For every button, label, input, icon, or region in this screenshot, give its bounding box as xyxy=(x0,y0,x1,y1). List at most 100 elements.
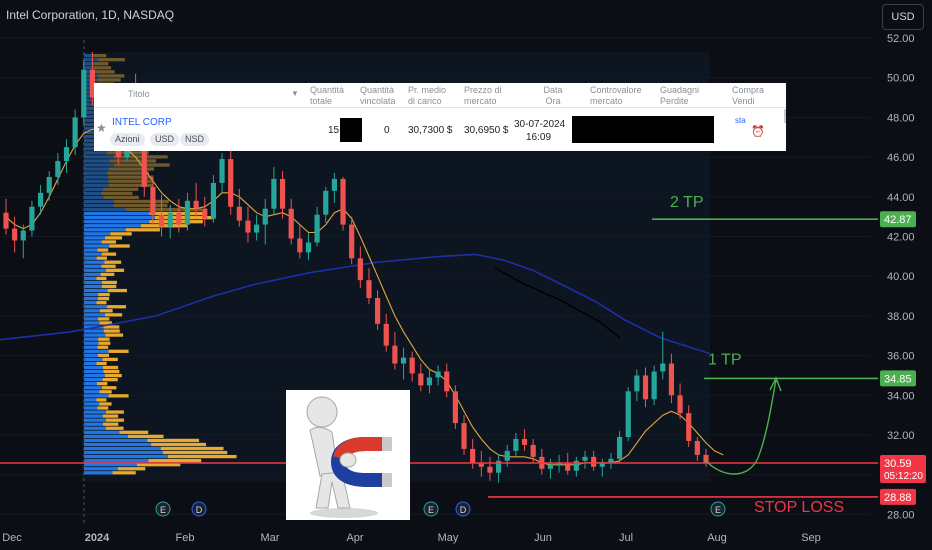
profile-bar-sell xyxy=(110,232,132,236)
candle-body xyxy=(530,444,536,457)
level-label: 2 TP xyxy=(670,194,704,211)
profile-bar-buy xyxy=(84,203,114,208)
candle-body xyxy=(513,438,519,451)
profile-bar-sell xyxy=(98,337,110,341)
alert-icons[interactable]: ⏰ xyxy=(751,125,765,138)
x-tick-label: Apr xyxy=(346,532,363,544)
profile-bar-sell xyxy=(96,78,121,82)
profile-bar-sell xyxy=(101,386,117,390)
profile-bar-buy xyxy=(84,467,118,471)
col-header-qty-bound: Quantità vincolata xyxy=(360,85,396,106)
profile-bar-buy xyxy=(84,341,99,345)
profile-bar-sell xyxy=(119,430,149,434)
profile-bar-buy xyxy=(84,317,98,321)
y-tick-label: 42.00 xyxy=(887,232,915,244)
profile-bar-sell xyxy=(117,467,146,471)
profile-bar-sell xyxy=(162,450,228,455)
candle-body xyxy=(452,391,458,424)
x-tick-label: Feb xyxy=(176,532,195,544)
profile-bar-sell xyxy=(149,211,203,216)
profile-bar-sell xyxy=(108,167,155,171)
profile-bar-buy xyxy=(84,369,104,374)
y-tick-label: 48.00 xyxy=(887,112,915,124)
profile-bar-buy xyxy=(84,438,148,443)
profile-bar-buy xyxy=(84,414,103,418)
col-header-avg-price: Pr. medio di carico xyxy=(408,85,447,106)
profile-bar-buy xyxy=(84,264,102,268)
profile-bar-buy xyxy=(84,394,109,398)
profile-bar-buy xyxy=(84,446,161,451)
profile-bar-sell xyxy=(113,203,168,208)
y-tick-label: 46.00 xyxy=(887,152,915,164)
candle-body xyxy=(357,258,363,281)
profile-bar-sell xyxy=(109,159,157,163)
candle-body xyxy=(254,224,260,233)
profile-bar-buy xyxy=(84,284,102,289)
candle-body xyxy=(591,456,597,467)
panel-scrollbar[interactable] xyxy=(784,109,786,123)
profile-bar-buy xyxy=(84,313,105,317)
profile-bar-sell xyxy=(102,187,139,191)
profile-bar-sell xyxy=(160,446,224,451)
market-price-value: 30,6950 $ xyxy=(464,125,509,136)
profile-bar-buy xyxy=(84,349,109,353)
profile-bar-sell xyxy=(108,349,129,353)
profile-bar-buy xyxy=(84,183,109,187)
profile-bar-sell xyxy=(149,220,203,224)
candle-body xyxy=(279,178,286,209)
profile-bar-buy xyxy=(84,163,114,167)
profile-bar-buy xyxy=(84,195,104,200)
profile-bar-buy xyxy=(84,155,114,159)
level-label: 1 TP xyxy=(708,351,742,368)
candle-body xyxy=(444,371,450,392)
candle-body xyxy=(55,161,61,177)
profile-bar-sell xyxy=(151,442,207,447)
candle-body xyxy=(366,280,372,299)
candle-body xyxy=(167,212,173,227)
profile-bar-buy xyxy=(84,248,98,252)
profile-bar-sell xyxy=(104,313,123,317)
event-marker-label: E xyxy=(160,505,166,515)
profile-bar-sell xyxy=(101,284,117,289)
sort-icon[interactable]: ▼ xyxy=(291,89,299,98)
profile-bar-buy xyxy=(84,224,141,228)
candle-body xyxy=(288,208,294,239)
profile-bar-sell xyxy=(148,459,202,463)
profile-bar-buy xyxy=(84,410,106,414)
profile-bar-buy xyxy=(84,228,126,232)
profile-bar-sell xyxy=(112,471,136,475)
profile-bar-sell xyxy=(104,260,122,264)
security-name[interactable]: INTEL CORP xyxy=(112,117,172,128)
profile-bar-sell xyxy=(127,434,164,438)
profile-bar-buy xyxy=(84,426,106,430)
profile-bar-buy xyxy=(84,382,97,386)
profile-bar-sell xyxy=(113,155,168,159)
buy-sell-link[interactable]: sta xyxy=(735,116,746,125)
candle-body xyxy=(20,230,26,241)
profile-bar-buy xyxy=(84,232,111,236)
candle-body xyxy=(625,391,631,437)
profile-bar-sell xyxy=(91,54,107,58)
profile-bar-sell xyxy=(106,268,125,272)
profile-bar-sell xyxy=(98,58,125,62)
candle-body xyxy=(176,212,182,225)
profile-bar-buy xyxy=(84,220,150,224)
star-icon[interactable]: ★ xyxy=(96,121,107,135)
currency-button[interactable]: USD xyxy=(882,4,924,30)
candle-body xyxy=(340,178,346,225)
profile-bar-sell xyxy=(101,252,117,256)
candle-body xyxy=(46,176,52,193)
profile-bar-sell xyxy=(97,248,109,252)
profile-bar-buy xyxy=(84,361,97,366)
profile-bar-buy xyxy=(84,268,107,272)
profile-bar-buy xyxy=(84,454,168,459)
candle-body xyxy=(158,214,165,227)
candle-body xyxy=(383,323,389,346)
profile-bar-sell xyxy=(97,297,110,301)
position-panel: Titolo ▼ Quantità totale Quantità vincol… xyxy=(94,83,786,151)
time-axis: Dec 2024 Feb Mar Apr May Jun Jul Aug Sep xyxy=(2,532,821,544)
candle-body xyxy=(487,466,493,473)
profile-bar-sell xyxy=(100,272,115,276)
profile-bar-sell xyxy=(100,191,133,195)
profile-bar-sell xyxy=(103,195,139,200)
